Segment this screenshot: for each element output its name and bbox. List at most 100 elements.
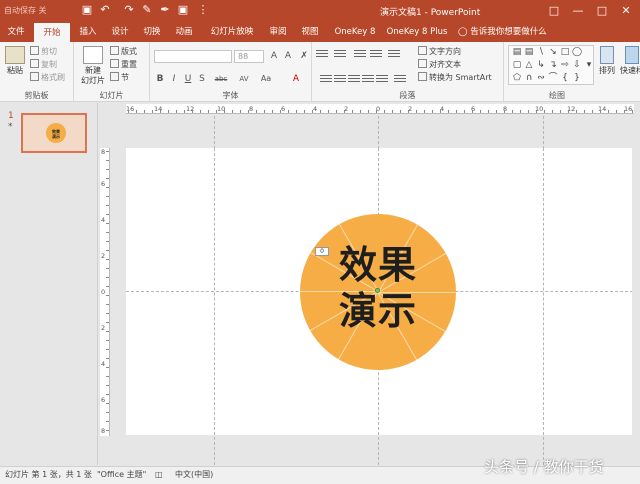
decrease-font-icon[interactable]: A (282, 50, 294, 62)
clear-format-icon[interactable]: ✗ (298, 50, 310, 62)
arrange-button[interactable]: 排列 (598, 46, 616, 76)
numbering-icon[interactable] (334, 48, 346, 58)
ruler-tick (552, 110, 553, 113)
title-bar: 自动保存 关 ▣ ↶ ↷ ✎ ✒ ▣ ⋮ 演示文稿1 - PowerPoint … (0, 0, 640, 22)
columns-icon[interactable] (394, 73, 406, 83)
right-arrow-shape-icon[interactable]: ⇨ (559, 60, 571, 71)
text-direction-button[interactable]: 文字方向 (418, 46, 461, 57)
increase-font-icon[interactable]: A (268, 50, 280, 62)
font-size-input[interactable]: 88 (234, 50, 264, 63)
redo-icon[interactable]: ↷ (122, 3, 136, 17)
ruler-tick (208, 110, 209, 113)
bullets-icon[interactable] (316, 48, 328, 58)
decrease-indent-icon[interactable] (354, 48, 366, 58)
lightbulb-icon: ◯ (458, 27, 468, 37)
strikethrough-button[interactable]: abc (212, 73, 230, 85)
minimize-icon[interactable]: — (566, 2, 590, 20)
align-center-icon[interactable] (334, 73, 346, 83)
shapes-gallery[interactable]: ▤ ▤ ∖ ↘ □ ◯ ▢ △ ↳ ↴ ⇨ ⇩ ⬠ ∩ ∾ ⌒ { } ▾ (508, 45, 594, 85)
pentagon-shape-icon[interactable]: ⬠ (511, 73, 523, 84)
align-text-button[interactable]: 对齐文本 (418, 59, 461, 70)
ribbon-display-icon[interactable]: □ (542, 2, 566, 20)
ruler-tick (106, 304, 109, 305)
language[interactable]: 中文(中国) (175, 467, 213, 483)
ruler-tick (106, 214, 109, 215)
paste-button[interactable]: 粘贴 (4, 46, 26, 76)
elbow2-shape-icon[interactable]: ↴ (547, 60, 559, 71)
tab-onekey8[interactable]: OneKey 8 (330, 22, 380, 42)
smartart-button[interactable]: 转换为 SmartArt (418, 72, 492, 83)
rounded-rect-shape-icon[interactable]: ▢ (511, 60, 523, 71)
line-shape-icon[interactable]: ∖ (535, 47, 547, 58)
vertical-scrollbar[interactable] (632, 116, 640, 465)
format-painter-button[interactable]: 格式刷 (30, 72, 65, 83)
section-button[interactable]: 节 (110, 72, 129, 83)
save-icon[interactable]: ▣ (80, 3, 94, 17)
tab-animations[interactable]: 动画 (170, 22, 198, 42)
tab-onekey8-plus[interactable]: OneKey 8 Plus (384, 22, 450, 42)
arrange-label: 排列 (599, 66, 615, 75)
arc-shape-icon[interactable]: ⌒ (547, 73, 559, 84)
maximize-icon[interactable]: □ (590, 2, 614, 20)
shadow-button[interactable]: S (196, 73, 208, 85)
distributed-icon[interactable] (376, 73, 388, 83)
brace-right-shape-icon[interactable]: } (571, 73, 583, 84)
autosave-toggle[interactable]: 自动保存 关 (4, 5, 47, 16)
triangle-shape-icon[interactable]: △ (523, 60, 535, 71)
undo-icon[interactable]: ↶ (98, 3, 112, 17)
ruler-label: 12 (186, 105, 195, 113)
tab-insert[interactable]: 插入 (74, 22, 102, 42)
bold-button[interactable]: B (154, 73, 166, 85)
tab-slideshow[interactable]: 幻灯片放映 (204, 22, 260, 42)
ruler-tick (520, 110, 521, 113)
arrow-shape-icon[interactable]: ↘ (547, 47, 559, 58)
layout-button[interactable]: 版式 (110, 46, 137, 57)
font-name-input[interactable] (154, 50, 232, 63)
cut-button[interactable]: 剪切 (30, 46, 57, 57)
quick-styles-button[interactable]: 快速样 (620, 46, 640, 76)
copy-button[interactable]: 复制 (30, 59, 57, 70)
reset-button[interactable]: 重置 (110, 59, 137, 70)
tell-me-search[interactable]: ◯ 告诉我你想要做什么 (458, 22, 547, 42)
slideshow-icon[interactable]: ▣ (176, 3, 190, 17)
tab-file[interactable]: 文件 (4, 22, 28, 42)
italic-button[interactable]: I (168, 73, 180, 85)
tab-view[interactable]: 视图 (296, 22, 324, 42)
rotation-handle[interactable] (375, 288, 380, 293)
close-icon[interactable]: ✕ (614, 2, 638, 20)
format-painter-icon[interactable]: ✎ (140, 3, 154, 17)
gallery-more-icon[interactable]: ▾ (583, 60, 595, 71)
line-spacing-icon[interactable] (388, 48, 400, 58)
pen-icon[interactable]: ✒ (158, 3, 172, 17)
brace-left-shape-icon[interactable]: { (559, 73, 571, 84)
font-color-button[interactable]: A (290, 73, 302, 85)
chevron-shape-icon[interactable]: ∩ (523, 73, 535, 84)
ruler-tick (106, 385, 109, 386)
justify-icon[interactable] (362, 73, 374, 83)
change-case-button[interactable]: Aa (258, 73, 274, 85)
tab-review[interactable]: 审阅 (264, 22, 292, 42)
arrange-icon (600, 46, 614, 64)
vtextbox-shape-icon[interactable]: ▤ (523, 47, 535, 58)
slide-thumbnail[interactable]: 效果 演示 (21, 113, 87, 153)
oval-shape-icon[interactable]: ◯ (571, 47, 583, 58)
elbow-shape-icon[interactable]: ↳ (535, 60, 547, 71)
tab-design[interactable]: 设计 (106, 22, 134, 42)
curve-shape-icon[interactable]: ∾ (535, 73, 547, 84)
align-right-icon[interactable] (348, 73, 360, 83)
tab-transitions[interactable]: 切换 (138, 22, 166, 42)
align-left-icon[interactable] (320, 73, 332, 83)
ruler-tick (106, 223, 109, 224)
spellcheck-icon[interactable]: ◫ (155, 467, 163, 483)
rect-shape-icon[interactable]: □ (559, 47, 571, 58)
increase-indent-icon[interactable] (370, 48, 382, 58)
textbox-shape-icon[interactable]: ▤ (511, 47, 523, 58)
ruler-tick (440, 110, 441, 113)
more-icon[interactable]: ⋮ (196, 3, 210, 17)
tab-home[interactable]: 开始 (34, 23, 70, 42)
down-arrow-shape-icon[interactable]: ⇩ (571, 60, 583, 71)
ruler-tick (272, 110, 273, 113)
char-spacing-button[interactable]: AV (236, 73, 252, 85)
new-slide-button[interactable]: 新建 幻灯片 (80, 46, 106, 86)
underline-button[interactable]: U (182, 73, 194, 85)
